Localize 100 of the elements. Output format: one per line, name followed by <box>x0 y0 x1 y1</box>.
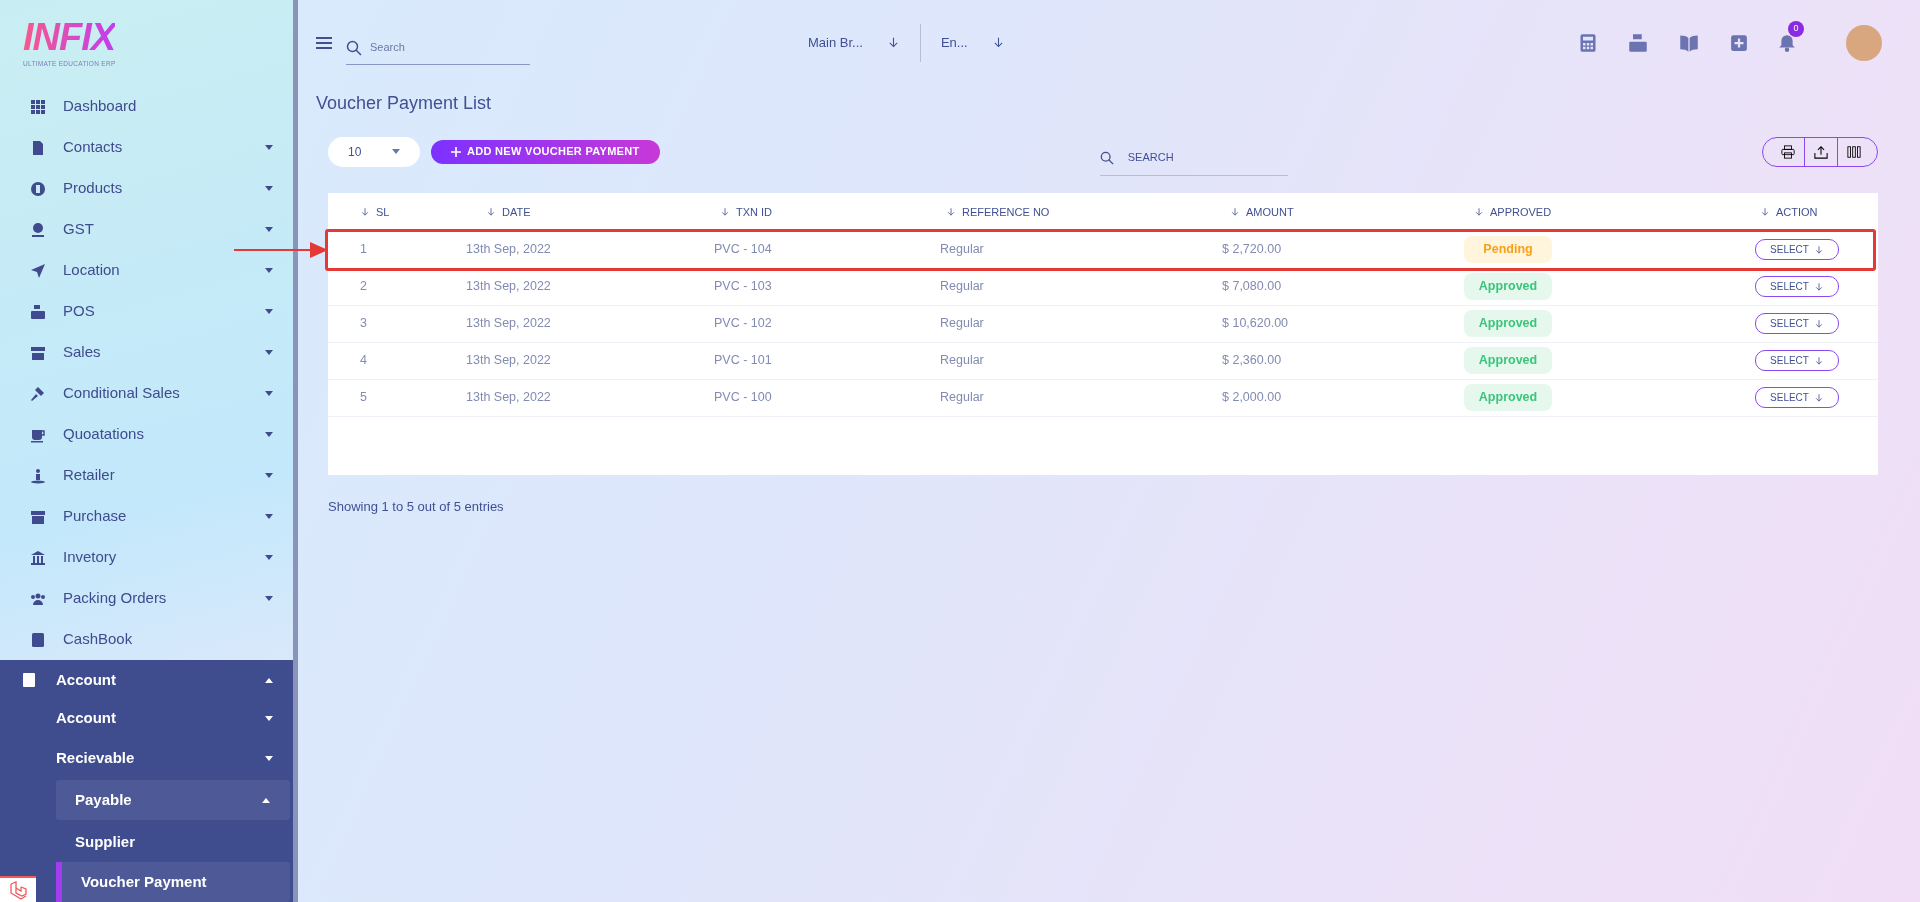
sidebar-item[interactable]: Voucher Payment <box>56 862 290 902</box>
dropdown[interactable]: Main Br... <box>788 32 920 53</box>
document-icon <box>30 139 46 156</box>
column-header[interactable]: REFERENCE NO <box>940 203 1222 221</box>
arrow-down-icon <box>1813 244 1824 255</box>
sidebar-item[interactable]: Supplier <box>56 822 293 863</box>
entries-summary: Showing 1 to 5 out of 5 entries <box>328 497 505 516</box>
table-cell-text: 13th Sep, 2022 <box>466 278 552 296</box>
person-icon <box>30 467 46 484</box>
arrow-down-icon <box>360 207 370 218</box>
dropdown[interactable]: En... <box>920 32 1025 53</box>
table-cell-text: 5 <box>359 389 368 407</box>
page-title: Voucher Payment List <box>316 93 493 115</box>
arrow-down-icon <box>720 207 730 218</box>
table-cell-text: PVC - 102 <box>714 315 773 333</box>
plus-icon <box>451 146 461 157</box>
sidebar-item[interactable]: Products <box>0 168 293 210</box>
table-cell-text: Regular <box>940 315 985 333</box>
sidebar-item[interactable]: CashBook <box>0 619 293 661</box>
table-cell-text: PVC - 101 <box>714 352 773 370</box>
sidebar-item[interactable]: Packing Orders <box>0 578 293 620</box>
table-cell-text: 13th Sep, 2022 <box>466 315 552 333</box>
sidebar-item[interactable]: Account <box>0 662 293 699</box>
bell-icon[interactable] <box>1778 32 1796 53</box>
page-size-select[interactable]: 10 <box>328 136 420 167</box>
search-icon <box>346 39 362 56</box>
sidebar-item[interactable]: GST <box>0 209 293 251</box>
table-cell-text: Regular <box>940 278 985 296</box>
arrow-down-icon <box>1813 318 1824 329</box>
column-header[interactable]: SL <box>328 203 466 221</box>
search-icon <box>1099 150 1114 165</box>
sidebar-item[interactable]: Retailer <box>0 455 293 497</box>
table-cell-text: Regular <box>940 241 985 259</box>
logo-icon <box>0 876 36 902</box>
grid-icon <box>30 98 46 115</box>
sidebar-item[interactable]: Invetory <box>0 537 293 579</box>
notification-count: 0 <box>1788 20 1804 37</box>
arrow-down-icon <box>1474 207 1484 218</box>
table-cell-text: 2 <box>359 278 368 296</box>
select-button[interactable]: SELECT <box>1755 350 1839 372</box>
search-field[interactable]: SEARCH <box>1099 139 1288 176</box>
status-badge: Approved <box>1464 347 1552 374</box>
plus-icon[interactable] <box>1730 33 1748 52</box>
arrow-down-icon <box>1813 355 1824 366</box>
columns-icon <box>1847 144 1861 159</box>
table-cell-text: $ 2,000.00 <box>1222 389 1283 407</box>
sidebar-item[interactable]: Payable <box>56 780 290 821</box>
table-cell-text: $ 2,360.00 <box>1222 352 1283 370</box>
table-cell-text: 1 <box>359 241 368 259</box>
table-cell-text: $ 7,080.00 <box>1222 278 1283 296</box>
sidebar-item[interactable]: Purchase <box>0 496 293 538</box>
select-button[interactable]: SELECT <box>1755 276 1839 298</box>
arrow-down-icon <box>486 207 496 218</box>
status-badge: Pending <box>1464 236 1552 263</box>
upload-icon <box>1814 144 1828 159</box>
column-header[interactable]: AMOUNT <box>1222 203 1464 221</box>
select-button[interactable]: SELECT <box>1755 239 1839 261</box>
column-header[interactable]: DATE <box>466 203 714 221</box>
table-cell-text: PVC - 104 <box>714 241 773 259</box>
select-button[interactable]: SELECT <box>1755 313 1839 335</box>
status-badge: Approved <box>1464 273 1552 300</box>
bank-icon <box>30 549 46 566</box>
table-cell-text: 4 <box>359 352 368 370</box>
arrow-down-icon <box>1813 392 1824 403</box>
column-header[interactable]: ACTION <box>1755 203 1876 221</box>
table-cell-text: PVC - 100 <box>714 389 773 407</box>
arrow-down-icon <box>946 207 956 218</box>
arrow-down-icon <box>1813 281 1824 292</box>
table-cell-text: $ 2,720.00 <box>1222 241 1283 259</box>
column-header[interactable]: TXN ID <box>714 203 940 221</box>
table-cell-text: Regular <box>940 352 985 370</box>
sidebar-item[interactable]: POS <box>0 291 293 333</box>
table-cell-text: 13th Sep, 2022 <box>466 389 552 407</box>
pointer-icon <box>30 262 46 279</box>
print-icon <box>1781 144 1795 159</box>
sidebar-item[interactable]: Sales <box>0 332 293 374</box>
status-badge: Approved <box>1464 310 1552 337</box>
table-cell-text: 13th Sep, 2022 <box>466 241 552 259</box>
sidebar-item[interactable]: Location <box>0 250 293 292</box>
caret-icon <box>392 149 400 155</box>
sidebar-item[interactable]: Contacts <box>0 127 293 169</box>
add-button[interactable]: ADD NEW VOUCHER PAYMENT <box>431 139 660 164</box>
coin-icon <box>30 180 46 197</box>
table-cell-text: $ 10,620.00 <box>1222 315 1290 333</box>
table-cell-text: 13th Sep, 2022 <box>466 352 552 370</box>
sidebar-item[interactable]: Recievable <box>56 738 293 779</box>
sidebar-item[interactable]: Conditional Sales <box>0 373 293 415</box>
select-button[interactable]: SELECT <box>1755 387 1839 409</box>
search-field[interactable]: Search <box>346 30 530 65</box>
menu-icon[interactable] <box>316 35 332 50</box>
sidebar-item[interactable]: Dashboard <box>0 86 293 128</box>
sidebar-item[interactable]: Quoatations <box>0 414 293 456</box>
hammer-icon <box>30 385 46 402</box>
column-header[interactable]: APPROVED <box>1464 203 1755 221</box>
sidebar-item[interactable]: Account <box>56 698 293 739</box>
table-cell-text: 3 <box>359 315 368 333</box>
arrow-down-icon <box>1760 207 1770 218</box>
table-cell-text: PVC - 103 <box>714 278 773 296</box>
arrow-down-icon <box>1230 207 1240 218</box>
table-cell-text: Regular <box>940 389 985 407</box>
